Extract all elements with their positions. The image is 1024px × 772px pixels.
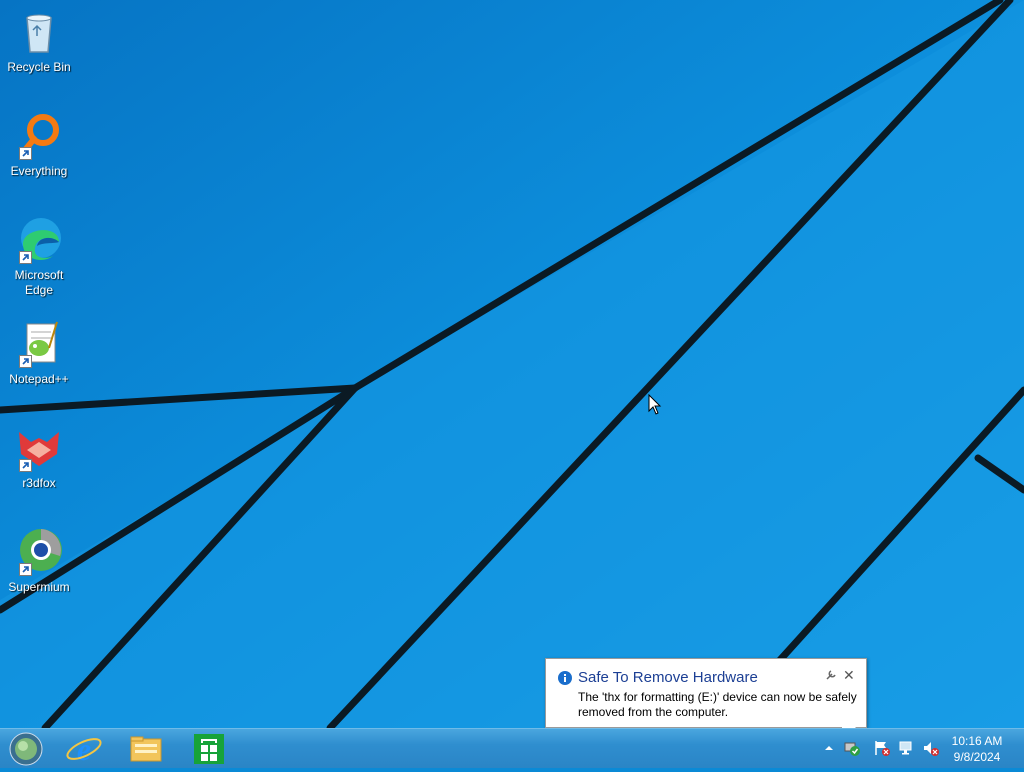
desktop-icon-label: Everything	[10, 164, 68, 178]
notification-options-icon[interactable]	[825, 669, 837, 681]
start-button[interactable]	[4, 731, 48, 767]
svg-text:e: e	[77, 731, 91, 767]
clock-date: 9/8/2024	[953, 750, 1001, 764]
shortcut-arrow-icon	[19, 147, 32, 160]
desktop-icon-supermium[interactable]: Supermium	[4, 526, 74, 595]
action-center-flag-icon	[875, 741, 890, 756]
notification-close-icon[interactable]: ✕	[843, 667, 855, 684]
chevron-up-icon	[825, 746, 833, 750]
everything-search-icon	[13, 110, 65, 162]
internet-explorer-button[interactable]: e	[62, 731, 106, 767]
action-center-tray[interactable]	[873, 739, 891, 757]
desktop-icon-microsoft-edge[interactable]: Microsoft Edge	[4, 214, 74, 298]
network-tray[interactable]	[898, 739, 916, 757]
internet-explorer-icon: e	[66, 731, 102, 767]
clock-time: 10:16 AM	[951, 734, 1003, 748]
file-explorer-button[interactable]	[124, 731, 168, 767]
shortcut-arrow-icon	[19, 563, 32, 576]
recycle-bin-icon	[13, 6, 65, 58]
desktop-icon-everything[interactable]: Everything	[4, 110, 74, 179]
volume-tray[interactable]	[922, 739, 940, 757]
notification-title: Safe To Remove Hardware	[578, 669, 758, 686]
shortcut-arrow-icon	[19, 251, 32, 264]
info-icon	[558, 671, 572, 685]
show-hidden-icons-button[interactable]	[820, 739, 838, 757]
desktop-icon-recycle-bin[interactable]: Recycle Bin	[4, 6, 74, 75]
notepad-plus-plus-icon	[13, 318, 65, 370]
desktop-icon-label: r3dfox	[22, 476, 56, 490]
desktop-icon-notepad-plus-plus[interactable]: Notepad++	[4, 318, 74, 387]
shortcut-arrow-icon	[19, 459, 32, 472]
mouse-cursor-icon	[648, 394, 662, 415]
desktop-icon-label: Notepad++	[9, 372, 69, 386]
desktop-icon-label: Recycle Bin	[7, 60, 71, 74]
taskbar: e 10:16 AM 9/8/2024	[0, 728, 1024, 768]
safely-remove-hardware-tray[interactable]	[843, 739, 861, 757]
safely-remove-hardware-icon	[844, 742, 860, 756]
desktop-icon-r3dfox[interactable]: r3dfox	[4, 422, 74, 491]
file-explorer-icon	[130, 736, 162, 762]
network-icon	[899, 741, 912, 755]
microsoft-edge-icon	[13, 214, 65, 266]
store-icon	[194, 734, 224, 764]
r3dfox-icon	[13, 422, 65, 474]
shortcut-arrow-icon	[19, 355, 32, 368]
supermium-icon	[13, 526, 65, 578]
desktop-wallpaper	[0, 0, 1024, 728]
desktop-icon-label: Microsoft Edge	[14, 268, 64, 297]
volume-muted-icon	[924, 742, 939, 756]
notification-message: The 'thx for formatting (E:)' device can…	[578, 690, 857, 719]
taskbar-clock[interactable]: 10:16 AM 9/8/2024	[942, 733, 1012, 765]
start-orb-icon	[9, 732, 43, 766]
notification-balloon[interactable]: Safe To Remove Hardware ✕ The 'thx for f…	[545, 658, 867, 728]
store-button[interactable]	[186, 731, 230, 767]
desktop-icon-label: Supermium	[8, 580, 70, 594]
